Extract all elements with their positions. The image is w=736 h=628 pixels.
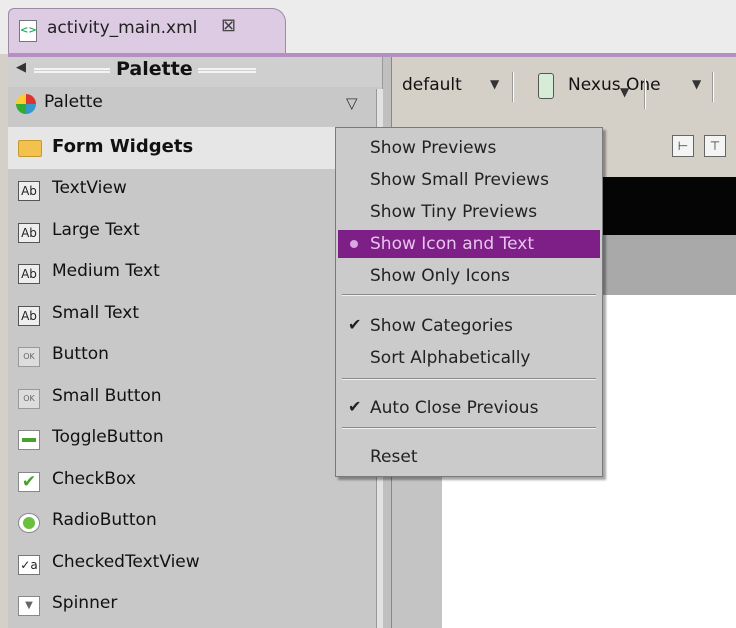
ab-text-icon: Ab <box>18 305 40 326</box>
toolbar-separator <box>644 79 646 109</box>
widget-label: Small Button <box>52 385 162 406</box>
menu-item-label: Show Only Icons <box>370 266 511 286</box>
category-form-widgets[interactable]: Form Widgets <box>8 127 374 169</box>
device-icon <box>538 73 554 99</box>
radio-dot-icon <box>350 240 358 248</box>
editor-tab-activity-main[interactable]: <> activity_main.xml ⊠ <box>8 8 286 54</box>
checked-textview-icon: ✓a <box>18 554 40 575</box>
widget-label: Button <box>52 344 109 364</box>
widget-label: ToggleButton <box>52 427 164 447</box>
folder-open-icon <box>18 140 42 157</box>
menu-item-label: Show Categories <box>370 316 513 336</box>
radio-icon <box>18 513 40 533</box>
editor-tab-strip: <> activity_main.xml ⊠ <box>0 0 736 54</box>
checkmark-icon: ✔ <box>348 397 362 416</box>
spinner-icon: ▼ <box>18 596 40 616</box>
menu-item-show-small-previews[interactable]: Show Small Previews <box>338 166 600 194</box>
toolbar-separator <box>512 72 514 102</box>
palette-options-menu: Show Previews Show Small Previews Show Tin… <box>335 127 603 477</box>
dropdown-arrow-icon[interactable]: ▼ <box>490 77 499 91</box>
palette-selector-label: Palette <box>44 92 103 112</box>
widget-item-small-text[interactable]: Ab Small Text <box>8 295 374 337</box>
ab-text-icon: Ab <box>18 264 40 284</box>
chevron-down-icon[interactable]: ▽ <box>346 94 358 112</box>
ok-button-icon: OK <box>18 347 40 367</box>
widget-label: TextView <box>52 178 127 198</box>
menu-item-show-tiny-previews[interactable]: Show Tiny Previews <box>338 198 600 226</box>
config-toolbar: default ▼ Nexus One ▼ <box>392 57 736 115</box>
ok-button-icon: OK <box>18 388 40 409</box>
widget-label: Large Text <box>52 219 140 240</box>
widget-item-button[interactable]: OK Button <box>8 337 374 379</box>
palette-icon <box>16 94 36 114</box>
widget-label: Medium Text <box>52 261 160 281</box>
menu-item-reset[interactable]: Reset <box>338 443 600 471</box>
menu-item-label: Show Previews <box>370 138 497 158</box>
checkmark-icon: ✔ <box>348 315 362 334</box>
drag-grip-right[interactable] <box>198 68 256 73</box>
ab-text-icon: Ab <box>18 222 40 243</box>
widget-item-textview[interactable]: Ab TextView <box>8 171 374 213</box>
layout-width-icon[interactable]: ⊢ <box>672 135 694 157</box>
menu-item-label: Auto Close Previous <box>370 398 539 418</box>
drag-grip-left[interactable] <box>34 68 110 73</box>
category-label: Form Widgets <box>52 136 194 157</box>
close-tab-icon[interactable]: ⊠ <box>221 15 236 36</box>
menu-item-show-previews[interactable]: Show Previews <box>338 134 600 162</box>
menu-item-label: Show Tiny Previews <box>370 202 538 222</box>
widget-item-radiobutton[interactable]: RadioButton <box>8 503 374 545</box>
menu-item-show-categories[interactable]: ✔ Show Categories <box>338 312 600 340</box>
dropdown-arrow-icon[interactable]: ▼ <box>620 85 629 99</box>
theme-dropdown[interactable]: default <box>402 75 462 95</box>
widget-label: CheckBox <box>52 468 136 489</box>
menu-item-show-icon-and-text[interactable]: Show Icon and Text <box>338 230 600 258</box>
palette-header: ◀ Palette <box>8 57 382 87</box>
palette-selector[interactable]: Palette ▽ <box>12 87 378 123</box>
menu-item-auto-close-previous[interactable]: ✔ Auto Close Previous <box>338 394 600 422</box>
checkbox-icon: ✔ <box>18 471 40 492</box>
layout-height-icon[interactable]: ⊤ <box>704 135 726 157</box>
widget-item-checkedtextview[interactable]: ✓a CheckedTextView <box>8 544 374 586</box>
widget-item-medium-text[interactable]: Ab Medium Text <box>8 254 374 296</box>
widget-item-small-button[interactable]: OK Small Button <box>8 378 374 420</box>
menu-item-label: Reset <box>370 447 418 467</box>
menu-separator <box>342 294 596 296</box>
menu-item-label: Sort Alphabetically <box>370 348 531 368</box>
widget-label: RadioButton <box>52 510 157 530</box>
widget-item-spinner[interactable]: ▼ Spinner <box>8 586 374 628</box>
menu-item-label: Show Icon and Text <box>370 234 534 254</box>
editor-tab-title: activity_main.xml <box>47 18 198 38</box>
palette-panel: ◀ Palette Palette ▽ Form Widgets Ab TextV… <box>8 57 383 628</box>
menu-item-show-only-icons[interactable]: Show Only Icons <box>338 262 600 290</box>
menu-separator <box>342 427 596 429</box>
widget-item-checkbox[interactable]: ✔ CheckBox <box>8 461 374 503</box>
dropdown-arrow-icon[interactable]: ▼ <box>692 77 701 91</box>
widget-item-togglebutton[interactable]: ToggleButton <box>8 420 374 462</box>
menu-item-sort-alphabetically[interactable]: Sort Alphabetically <box>338 344 600 372</box>
ab-text-icon: Ab <box>18 181 40 201</box>
menu-separator <box>342 378 596 380</box>
widget-list: Ab TextView Ab Large Text Ab Medium Text Ab Sma… <box>8 171 374 628</box>
toolbar-separator <box>712 72 714 102</box>
widget-item-large-text[interactable]: Ab Large Text <box>8 212 374 254</box>
widget-label: CheckedTextView <box>52 551 200 572</box>
collapse-left-icon[interactable]: ◀ <box>16 60 26 75</box>
widget-label: Spinner <box>52 593 118 613</box>
widget-label: Small Text <box>52 302 140 323</box>
device-dropdown[interactable]: Nexus One <box>568 75 661 95</box>
toggle-icon <box>18 430 40 450</box>
menu-item-label: Show Small Previews <box>370 170 549 190</box>
palette-title: Palette <box>116 58 193 80</box>
xml-file-icon: <> <box>19 20 37 42</box>
